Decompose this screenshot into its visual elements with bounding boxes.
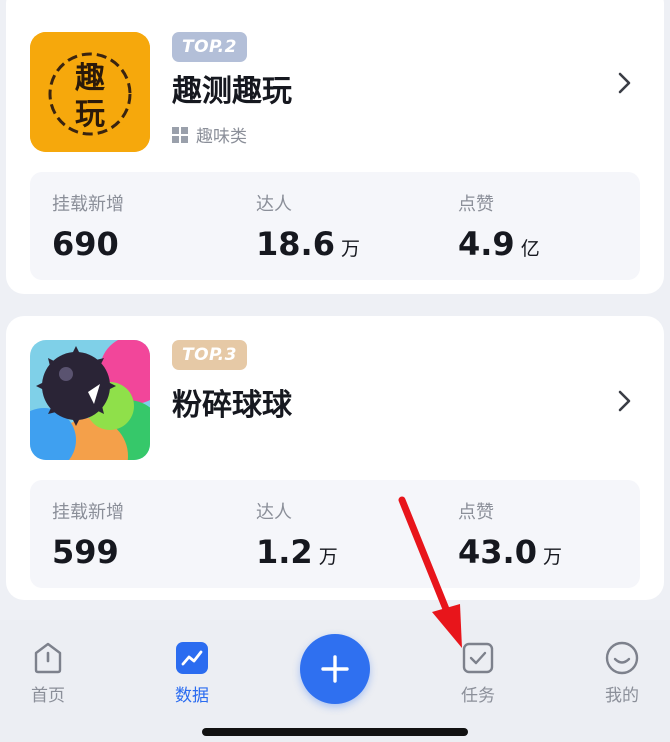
- stat-label: 达人: [256, 502, 292, 523]
- stat-likes: 点赞 43.0 万: [458, 500, 562, 578]
- chart-icon: [176, 642, 208, 674]
- stat-creators: 达人 18.6 万: [256, 192, 360, 270]
- app-card-header[interactable]: 趣 玩 TOP.2 趣测趣玩 趣味类: [30, 32, 664, 152]
- tab-label: 数据: [175, 686, 209, 706]
- app-screen: 趣 玩 TOP.2 趣测趣玩 趣味类 挂载新增 690 达人 18.6 万 点赞…: [0, 0, 670, 742]
- stat-label: 点赞: [458, 194, 494, 215]
- app-rank-card[interactable]: 趣 玩 TOP.2 趣测趣玩 趣味类 挂载新增 690 达人 18.6 万 点赞…: [6, 0, 664, 294]
- stat-value: 18.6: [256, 225, 335, 263]
- bottom-tab-bar: 首页 数据 任务 我的: [0, 620, 670, 742]
- app-card-header[interactable]: TOP.3 粉碎球球: [30, 340, 664, 460]
- stat-label: 挂载新增: [52, 502, 124, 523]
- tab-task[interactable]: 任务: [428, 638, 528, 708]
- app-rank-card[interactable]: TOP.3 粉碎球球 挂载新增 599 达人 1.2 万 点赞 43.0 万: [6, 316, 664, 600]
- stat-value: 1.2: [256, 533, 313, 571]
- task-check-icon: [462, 642, 494, 674]
- home-icon: [34, 642, 62, 674]
- app-stats-panel: 挂载新增 599 达人 1.2 万 点赞 43.0 万: [30, 480, 640, 588]
- stat-value: 4.9: [458, 225, 515, 263]
- stat-likes: 点赞 4.9 亿: [458, 192, 540, 270]
- app-category-label: 趣味类: [196, 127, 247, 147]
- stat-unit: 万: [318, 546, 338, 568]
- stat-label: 达人: [256, 194, 292, 215]
- stat-mount-new: 挂载新增 599: [52, 500, 125, 578]
- chevron-right-icon[interactable]: [610, 68, 640, 98]
- stat-value: 599: [52, 533, 119, 571]
- home-indicator: [202, 728, 468, 736]
- rank-badge: TOP.3: [172, 340, 247, 370]
- stat-label: 点赞: [458, 502, 494, 523]
- chevron-right-icon[interactable]: [610, 386, 640, 416]
- tab-label: 我的: [605, 686, 639, 706]
- stat-creators: 达人 1.2 万: [256, 500, 338, 578]
- app-icon-lettering: 趣: [75, 61, 105, 96]
- plus-icon: [321, 655, 349, 683]
- stat-unit: 万: [340, 238, 360, 260]
- tab-home[interactable]: 首页: [0, 638, 98, 708]
- qu-ce-qu-wan-app-icon: 趣 玩: [30, 32, 150, 152]
- fen-sui-qiu-qiu-app-icon: [30, 340, 150, 460]
- plus-button[interactable]: [300, 634, 370, 704]
- app-category: 趣味类: [172, 122, 247, 147]
- stat-value: 43.0: [458, 533, 537, 571]
- tab-data[interactable]: 数据: [142, 638, 242, 708]
- app-name: 趣测趣玩: [172, 74, 292, 109]
- smile-icon: [605, 641, 639, 675]
- tab-mine[interactable]: 我的: [572, 638, 670, 708]
- app-name: 粉碎球球: [172, 388, 292, 423]
- stat-value: 690: [52, 225, 119, 263]
- stat-unit: 万: [542, 546, 562, 568]
- stat-unit: 亿: [520, 238, 540, 260]
- category-grid-icon: [172, 126, 188, 143]
- svg-text:玩: 玩: [75, 97, 105, 132]
- rank-badge: TOP.2: [172, 32, 247, 62]
- stat-mount-new: 挂载新增 690: [52, 192, 125, 270]
- app-stats-panel: 挂载新增 690 达人 18.6 万 点赞 4.9 亿: [30, 172, 640, 280]
- tab-label: 任务: [461, 686, 495, 706]
- stat-label: 挂载新增: [52, 194, 124, 215]
- tab-label: 首页: [31, 686, 65, 706]
